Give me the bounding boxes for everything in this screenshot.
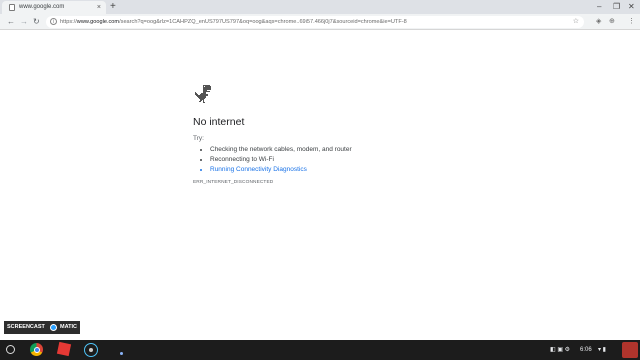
new-tab-button[interactable]: + xyxy=(110,0,116,13)
connectivity-diagnostics-link[interactable]: Running Connectivity Diagnostics xyxy=(210,165,352,175)
avatar[interactable] xyxy=(622,342,638,358)
record-icon xyxy=(50,324,57,331)
watermark-text-right: MATIC xyxy=(60,324,78,330)
info-icon[interactable]: i xyxy=(50,18,57,25)
restore-icon[interactable]: ❐ xyxy=(613,0,620,13)
url-scheme: https:// xyxy=(60,19,77,25)
suggestion-item: Reconnecting to Wi-Fi xyxy=(210,155,352,165)
close-tab-icon[interactable]: × xyxy=(97,1,101,14)
offline-dino-icon xyxy=(195,85,211,103)
suggestion-item: Checking the network cables, modem, and … xyxy=(210,145,352,155)
minimize-icon[interactable]: – xyxy=(597,0,601,13)
screencast-watermark: SCREENCAST MATIC xyxy=(4,321,80,334)
clock[interactable]: 6:06 xyxy=(580,340,592,360)
url-host: www.google.com xyxy=(76,19,120,25)
address-bar[interactable]: i https://www.google.com/search?q=oog&rl… xyxy=(46,16,584,28)
chrome-icon[interactable] xyxy=(30,343,43,356)
browser-toolbar: ← → ↻ i https://www.google.com/search?q=… xyxy=(0,14,640,30)
extension-icon[interactable]: ⊕ xyxy=(609,15,615,29)
shelf-indicator xyxy=(120,352,123,355)
page-title: No internet xyxy=(193,116,245,128)
bookmark-star-icon[interactable]: ☆ xyxy=(573,16,579,28)
reload-icon[interactable]: ↻ xyxy=(33,14,40,30)
extension-icon[interactable]: ◈ xyxy=(596,15,601,29)
tab-title: www.google.com xyxy=(19,4,65,10)
close-window-icon[interactable]: ✕ xyxy=(628,0,635,13)
back-arrow-icon[interactable]: ← xyxy=(7,14,15,30)
tab-google[interactable]: www.google.com × xyxy=(2,1,106,14)
tray-icons[interactable]: ◧ ▣ ⚙ xyxy=(550,340,570,360)
active-app-icon[interactable] xyxy=(84,343,98,357)
url-path: /search?q=oog&rlz=1CAHPZQ_enUS797US797&o… xyxy=(119,19,407,25)
os-shelf: ◧ ▣ ⚙ 6:06 ▾ ▮ xyxy=(0,340,640,360)
suggestion-list: Checking the network cables, modem, and … xyxy=(210,145,352,175)
page-icon xyxy=(9,4,15,11)
menu-icon[interactable]: ⋮ xyxy=(628,15,635,29)
try-label: Try: xyxy=(193,135,204,142)
tab-strip: www.google.com × + – ❐ ✕ xyxy=(0,0,640,14)
watermark-text-left: SCREENCAST xyxy=(7,324,45,330)
app-icon[interactable] xyxy=(56,341,72,357)
forward-arrow-icon[interactable]: → xyxy=(20,14,28,30)
launcher-icon[interactable] xyxy=(6,345,15,354)
status-icons[interactable]: ▾ ▮ xyxy=(598,340,606,360)
error-code: ERR_INTERNET_DISCONNECTED xyxy=(193,180,274,185)
